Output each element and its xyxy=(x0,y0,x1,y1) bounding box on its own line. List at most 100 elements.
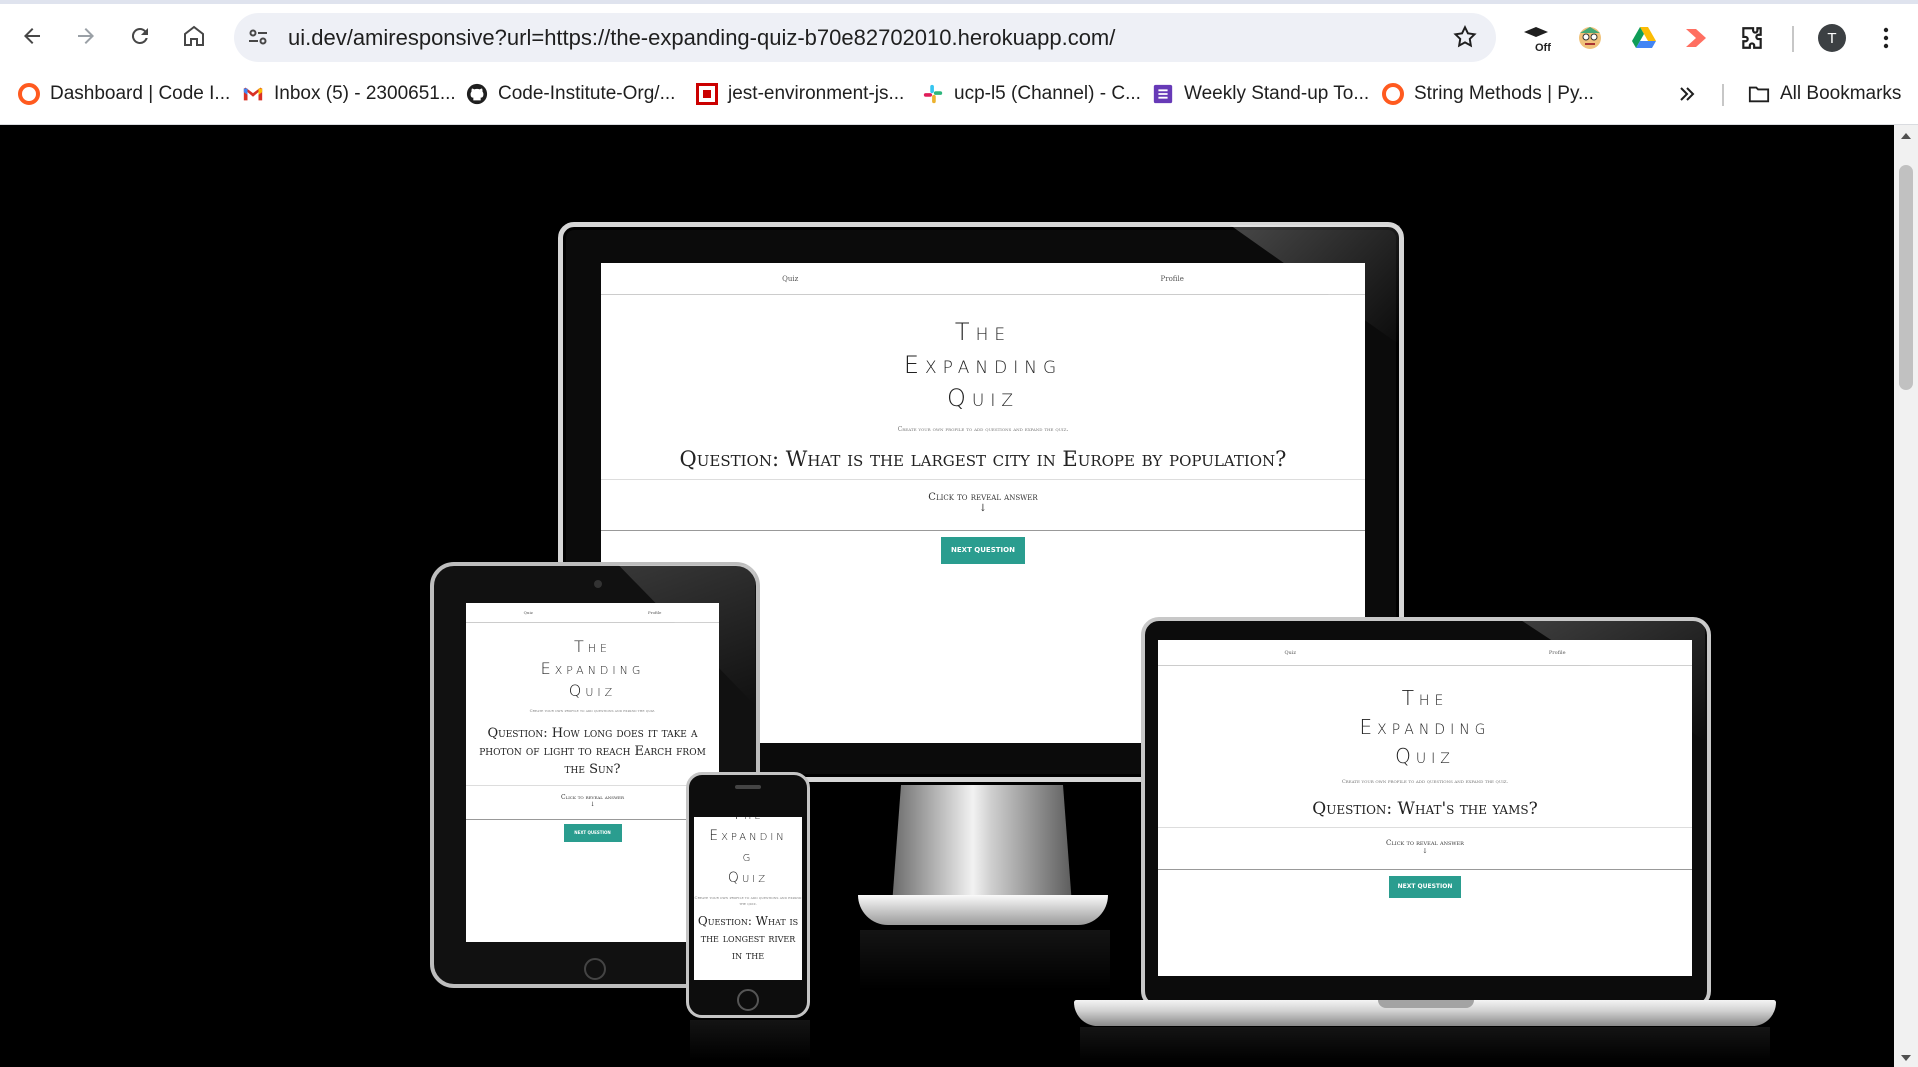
phone-screen: The Expandin g Quiz Create your own prof… xyxy=(694,817,802,980)
bookmark-item[interactable]: String Methods | Py... xyxy=(1382,80,1594,108)
extension-avatar-button[interactable] xyxy=(1572,20,1608,56)
reload-icon xyxy=(131,27,148,44)
kebab-menu-icon xyxy=(1883,27,1889,49)
site-subtitle: Create your own profile to add questions… xyxy=(694,895,802,906)
title-line: The xyxy=(1401,686,1449,710)
extensions-button[interactable] xyxy=(1734,20,1770,56)
forms-icon xyxy=(1153,84,1173,104)
button-row: Next question xyxy=(1158,876,1692,898)
question-text: Question: How long does it take a photon… xyxy=(479,726,706,777)
nav-quiz-link[interactable]: Quiz xyxy=(1284,650,1296,656)
address-bar[interactable]: ui.dev/amiresponsive?url=https://the-exp… xyxy=(234,13,1496,62)
home-icon xyxy=(184,25,204,46)
scroll-down-arrow-icon[interactable] xyxy=(1901,1055,1911,1061)
button-row: Next question xyxy=(466,824,719,842)
arrow-down-icon: ↓ xyxy=(589,801,596,808)
tablet-camera xyxy=(594,580,602,588)
bookmark-item[interactable]: Inbox (5) - 2300651... xyxy=(242,80,456,108)
menu-button[interactable] xyxy=(1868,20,1904,56)
site-navbar: Quiz Profile xyxy=(601,263,1365,295)
page-scrollbar[interactable] xyxy=(1894,125,1918,1067)
bookmarks-overflow-button[interactable] xyxy=(1678,80,1696,108)
codeinstitute-icon xyxy=(1382,83,1404,105)
title-line: Quiz xyxy=(947,384,1019,412)
extension-off-button[interactable]: Off xyxy=(1520,20,1556,56)
bookmark-label: jest-environment-js... xyxy=(728,83,905,104)
google-drive-button[interactable] xyxy=(1626,20,1662,56)
bookmark-item[interactable]: jest-environment-js... xyxy=(696,80,904,108)
laptop-base-reflection xyxy=(1080,1027,1770,1063)
next-question-button[interactable]: Next question xyxy=(563,824,622,842)
title-line: Quiz xyxy=(568,681,617,700)
codeinstitute-icon xyxy=(18,83,40,105)
nav-profile-link[interactable]: Profile xyxy=(1549,650,1566,656)
back-arrow-icon xyxy=(24,28,40,44)
question-text: Question: What's the yams? xyxy=(1312,799,1538,819)
bookmark-label: String Methods | Py... xyxy=(1414,83,1594,104)
monitor-stand-base xyxy=(858,895,1108,925)
laptop-screen: Quiz Profile The Expanding Quiz Create y… xyxy=(1158,640,1692,976)
nav-quiz-link[interactable]: Quiz xyxy=(782,275,798,283)
site-subtitle: Create your own profile to add questions… xyxy=(529,708,656,713)
browser-chrome: ui.dev/amiresponsive?url=https://the-exp… xyxy=(0,0,1918,125)
arrow-down-icon: ↓ xyxy=(1422,847,1428,855)
laptop-notch xyxy=(1378,1000,1474,1008)
reveal-answer-toggle[interactable]: Click to reveal answer ↓ xyxy=(466,785,719,820)
reveal-answer-toggle[interactable]: Click to reveal answer ↓ xyxy=(601,479,1365,531)
tab-strip xyxy=(0,0,1918,4)
reveal-answer-toggle[interactable]: Click to reveal answer ↓ xyxy=(1158,827,1692,870)
question-text: Question: What is the longest river in t… xyxy=(697,914,799,962)
site-subtitle: Create your own profile to add questions… xyxy=(1341,779,1509,785)
profile-button[interactable]: T xyxy=(1814,20,1850,56)
back-button[interactable] xyxy=(12,16,52,56)
bookmark-item[interactable]: Weekly Stand-up To... xyxy=(1152,80,1369,108)
avatar: T xyxy=(1818,24,1846,52)
all-bookmarks-button[interactable]: All Bookmarks xyxy=(1748,80,1901,108)
button-row: Next question xyxy=(601,537,1365,564)
bookmark-label: Dashboard | Code I... xyxy=(50,83,231,104)
nav-quiz-link[interactable]: Quiz xyxy=(524,610,533,615)
title-line: Expanding xyxy=(1359,715,1491,739)
next-question-button[interactable]: Next question xyxy=(1389,876,1461,898)
bookmark-item[interactable]: Dashboard | Code I... xyxy=(18,80,230,108)
all-bookmarks-label: All Bookmarks xyxy=(1780,83,1902,104)
bookmark-label: Inbox (5) - 2300651... xyxy=(274,83,456,104)
site-subtitle: Create your own profile to add questions… xyxy=(897,426,1069,433)
reload-button[interactable] xyxy=(120,16,160,56)
site-title: The Expanding Quiz xyxy=(601,316,1365,415)
home-button[interactable] xyxy=(174,16,214,56)
scrollbar-thumb[interactable] xyxy=(1899,165,1913,390)
nav-profile-link[interactable]: Profile xyxy=(648,610,661,615)
cartoon-face-icon xyxy=(1579,27,1601,49)
bookmarks-bar: Dashboard | Code I... Inbox (5) - 230065… xyxy=(0,74,1918,112)
next-question-button[interactable]: Next question xyxy=(941,537,1025,564)
phone-speaker xyxy=(735,785,761,789)
npm-icon xyxy=(696,83,718,105)
scroll-up-arrow-icon[interactable] xyxy=(1901,133,1911,139)
title-line: Expanding xyxy=(903,351,1063,379)
title-line: Expanding xyxy=(540,659,645,678)
forward-button[interactable] xyxy=(66,16,106,56)
tablet-home-button xyxy=(584,958,606,980)
site-settings-icon[interactable] xyxy=(246,25,270,49)
stand-reflection xyxy=(860,930,1110,990)
page-viewport: Quiz Profile The Expanding Quiz Create y… xyxy=(0,125,1894,1067)
bookmark-star-icon[interactable] xyxy=(1452,24,1478,50)
bookmark-item[interactable]: ucp-l5 (Channel) - C... xyxy=(922,80,1141,108)
phone-home-button xyxy=(737,989,759,1011)
reveal-label: Click to reveal answer xyxy=(928,492,1038,503)
title-line: g xyxy=(742,849,754,865)
site-title: The Expandin g Quiz xyxy=(694,817,802,889)
tablet-screen: Quiz Profile The Expanding Quiz Create y… xyxy=(466,603,719,942)
recorder-icon xyxy=(1686,29,1706,47)
graduation-cap-icon: Off xyxy=(1524,27,1551,53)
screen-recorder-button[interactable] xyxy=(1678,20,1714,56)
nav-profile-link[interactable]: Profile xyxy=(1161,275,1184,283)
title-line: Quiz xyxy=(1395,744,1455,768)
title-line: Expandin xyxy=(709,828,787,844)
url-text[interactable]: ui.dev/amiresponsive?url=https://the-exp… xyxy=(288,25,1115,51)
bookmark-item[interactable]: Code-Institute-Org/... xyxy=(466,80,675,108)
site-title: The Expanding Quiz xyxy=(466,636,719,702)
gmail-icon xyxy=(243,87,263,101)
arrow-down-icon: ↓ xyxy=(978,503,988,514)
